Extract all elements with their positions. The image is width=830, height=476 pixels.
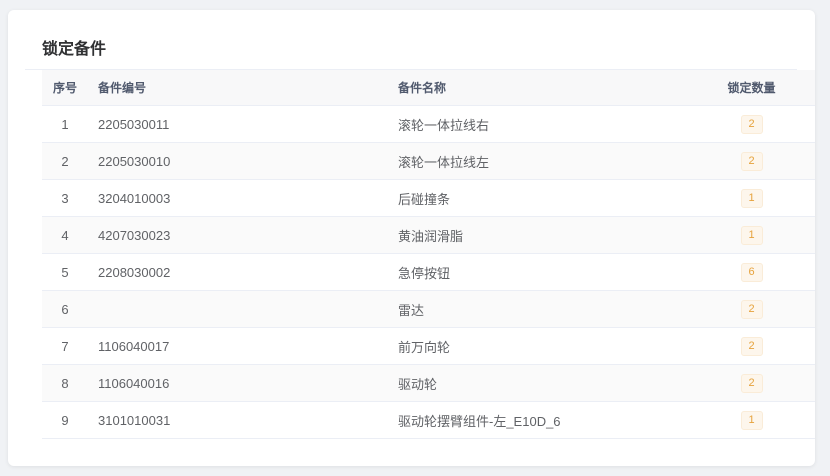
- cell-index: 8: [61, 375, 69, 391]
- cell-code: 2208030002: [98, 264, 171, 280]
- header-code: 备件编号: [98, 81, 147, 95]
- cell-name: 滚轮一体拉线左: [398, 154, 490, 170]
- qty-badge: 6: [740, 262, 763, 282]
- table-row[interactable]: 8 1106040016 驱动轮 2: [42, 365, 815, 402]
- qty-badge: 1: [740, 188, 763, 208]
- qty-badge: 1: [740, 410, 763, 430]
- table-row[interactable]: 6 雷达 2: [42, 291, 815, 328]
- cell-index: 3: [61, 190, 69, 206]
- cell-name: 黄油润滑脂: [398, 228, 464, 244]
- cell-index: 2: [61, 153, 69, 169]
- cell-name: 后碰撞条: [398, 191, 451, 207]
- cell-code: 3204010003: [98, 190, 171, 206]
- card-title: 锁定备件: [42, 41, 107, 58]
- cell-code: 1106040017: [98, 338, 170, 354]
- table-row[interactable]: 1 2205030011 滚轮一体拉线右 2: [42, 106, 815, 143]
- cell-index: 5: [61, 264, 69, 280]
- table-row[interactable]: 5 2208030002 急停按钮 6: [42, 254, 815, 291]
- qty-badge: 2: [740, 299, 763, 319]
- table-row[interactable]: 9 3101010031 驱动轮摆臂组件-左_E10D_6 1: [42, 402, 815, 439]
- locked-parts-table: 序号 备件编号 备件名称 锁定数量 1 2205030011 滚轮一体拉线右 2…: [42, 70, 815, 439]
- cell-name: 驱动轮摆臂组件-左_E10D_6: [398, 413, 561, 429]
- table-row[interactable]: 7 1106040017 前万向轮 2: [42, 328, 815, 365]
- cell-name: 驱动轮: [398, 376, 438, 392]
- table-row[interactable]: 4 4207030023 黄油润滑脂 1: [42, 217, 815, 254]
- cell-index: 6: [61, 301, 69, 317]
- header-index: 序号: [52, 81, 77, 95]
- header-name: 备件名称: [398, 81, 447, 95]
- cell-code: 2205030010: [98, 153, 171, 169]
- cell-code: 3101010031: [98, 412, 171, 428]
- cell-name: 雷达: [398, 302, 425, 318]
- qty-badge: 2: [740, 336, 763, 356]
- cell-name: 急停按钮: [398, 265, 451, 281]
- qty-badge: 2: [740, 114, 763, 134]
- cell-code: 2205030011: [98, 116, 170, 132]
- cell-index: 4: [61, 227, 69, 243]
- qty-badge: 2: [740, 151, 763, 171]
- cell-index: 9: [61, 412, 69, 428]
- table-row[interactable]: 2 2205030010 滚轮一体拉线左 2: [42, 143, 815, 180]
- locked-parts-card: 锁定备件 序号 备件编号 备件名称 锁定数量 1 2205030011 滚轮一体…: [8, 10, 815, 466]
- table-header: 序号 备件编号 备件名称 锁定数量: [42, 70, 815, 106]
- cell-index: 1: [61, 116, 69, 132]
- cell-code: 4207030023: [98, 227, 171, 243]
- header-qty: 锁定数量: [727, 81, 776, 95]
- cell-name: 前万向轮: [398, 339, 451, 355]
- cell-index: 7: [61, 338, 69, 354]
- qty-badge: 2: [740, 373, 763, 393]
- cell-code: 1106040016: [98, 375, 170, 391]
- table-row[interactable]: 3 3204010003 后碰撞条 1: [42, 180, 815, 217]
- cell-name: 滚轮一体拉线右: [398, 117, 490, 133]
- qty-badge: 1: [740, 225, 763, 245]
